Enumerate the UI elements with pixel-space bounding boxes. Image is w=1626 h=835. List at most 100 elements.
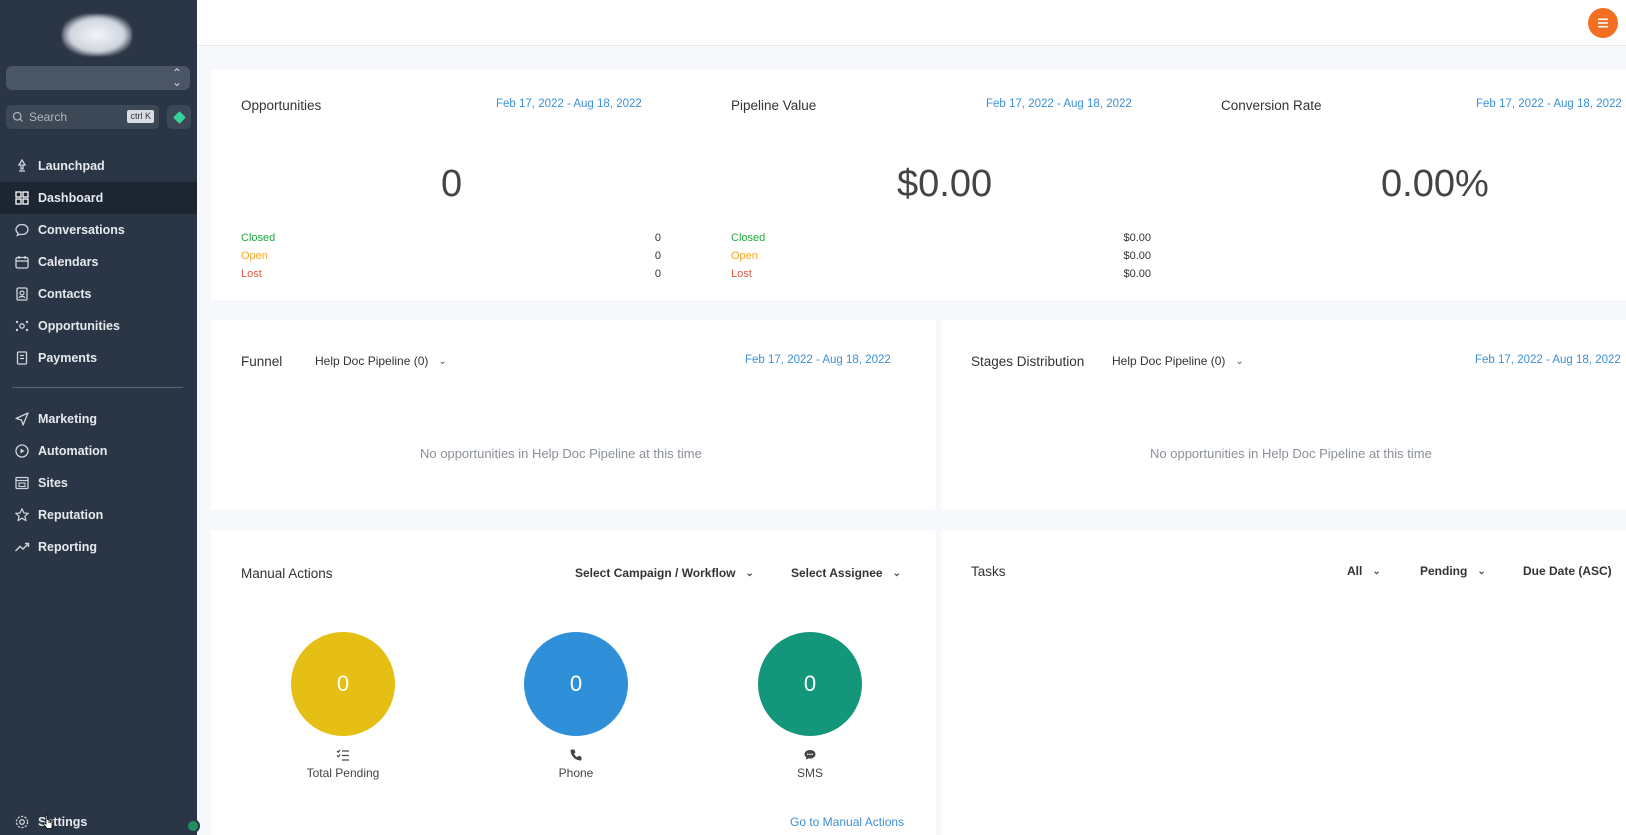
campaign-workflow-select[interactable]: Select Campaign / Workflow ⌄ <box>575 566 754 580</box>
sidebar-item-sites[interactable]: Sites <box>0 467 197 499</box>
stats-card: Opportunities Feb 17, 2022 - Aug 18, 202… <box>211 70 1626 300</box>
quick-action-icon <box>172 110 186 124</box>
sidebar-item-contacts[interactable]: Contacts <box>0 278 197 310</box>
sidebar-item-calendars[interactable]: Calendars <box>0 246 197 278</box>
calendar-icon <box>15 256 29 269</box>
task-list-icon <box>336 749 349 761</box>
assignee-value: Select Assignee <box>791 566 883 580</box>
payments-icon <box>16 351 28 365</box>
search-shortcut: ctrl K <box>127 110 154 123</box>
chevron-down-icon: ⌄ <box>1372 565 1381 577</box>
opportunities-value: 0 <box>441 163 463 205</box>
phone-label: Phone <box>558 766 594 780</box>
opportunities-open-label: Open <box>241 250 268 262</box>
stages-pipeline-value: Help Doc Pipeline (0) <box>1112 354 1226 368</box>
stages-card: Stages Distribution Help Doc Pipeline (0… <box>941 320 1626 510</box>
main-nav: Launchpad Dashboard Conversations Calend… <box>0 150 197 374</box>
secondary-nav: Marketing Automation Sites Reputation Re… <box>0 403 197 563</box>
sidebar-item-label: Sites <box>38 476 68 490</box>
company-logo[interactable] <box>62 14 132 56</box>
sidebar-item-opportunities[interactable]: Opportunities <box>0 310 197 342</box>
sidebar-item-label: Contacts <box>38 287 92 301</box>
sms-circle[interactable]: 0 <box>758 632 862 736</box>
gear-icon <box>15 815 29 829</box>
total-pending-label: Total Pending <box>306 766 380 780</box>
dashboard-icon <box>15 191 29 205</box>
pipeline-lost-label: Lost <box>731 268 752 280</box>
pipeline-open-label: Open <box>731 250 758 262</box>
phone-circle[interactable]: 0 <box>524 632 628 736</box>
pipeline-closed-value: $0.00 <box>1123 232 1151 244</box>
pipeline-closed-label: Closed <box>731 232 766 244</box>
sidebar-item-label: Automation <box>38 444 108 458</box>
pipeline-lost-value: $0.00 <box>1123 268 1151 280</box>
sidebar-item-label: Opportunities <box>38 319 120 333</box>
launchpad-icon <box>17 158 27 172</box>
opportunities-closed-value: 0 <box>654 232 661 244</box>
sidebar-item-launchpad[interactable]: Launchpad <box>0 150 197 182</box>
chevron-down-icon: ⌄ <box>745 567 754 579</box>
chevron-down-icon: ⌄ <box>1235 355 1244 367</box>
sidebar-item-label: Launchpad <box>38 159 105 173</box>
quick-action-button[interactable] <box>167 105 191 129</box>
sidebar-item-reporting[interactable]: Reporting <box>0 531 197 563</box>
chevron-down-icon: ⌄ <box>438 355 447 367</box>
opportunities-lost-value: 0 <box>654 268 661 280</box>
tasks-filter-all-value: All <box>1347 564 1363 578</box>
phone-icon <box>570 749 582 761</box>
top-menu-button[interactable] <box>1588 8 1618 38</box>
opportunities-title: Opportunities <box>241 98 322 113</box>
assignee-select[interactable]: Select Assignee ⌄ <box>791 566 901 580</box>
funnel-empty-message: No opportunities in Help Doc Pipeline at… <box>420 446 702 461</box>
chevron-down-icon: ⌄ <box>1477 565 1486 577</box>
automation-icon <box>15 444 29 458</box>
funnel-card: Funnel Help Doc Pipeline (0) ⌄ Feb 17, 2… <box>211 320 936 510</box>
top-bar <box>197 0 1626 46</box>
sidebar-item-label: Marketing <box>38 412 98 426</box>
send-icon <box>15 412 29 426</box>
opportunities-closed-label: Closed <box>241 232 276 244</box>
pipeline-value-date-range[interactable]: Feb 17, 2022 - Aug 18, 2022 <box>986 98 1132 110</box>
sidebar-item-label: Payments <box>38 351 98 365</box>
tasks-sort-select[interactable]: Due Date (ASC) <box>1523 564 1612 578</box>
sidebar-item-label: Conversations <box>38 223 125 237</box>
sidebar-item-label: Reporting <box>38 540 98 554</box>
go-to-manual-actions-link[interactable]: Go to Manual Actions <box>790 815 904 829</box>
star-icon <box>15 508 29 522</box>
sms-label: SMS <box>796 766 823 780</box>
chevron-updown-icon: ⌃ ⌄ <box>171 66 182 89</box>
sidebar-item-label: Calendars <box>38 255 99 269</box>
account-switcher[interactable]: ⌃ ⌄ <box>6 66 190 90</box>
list-icon <box>1598 18 1608 28</box>
stages-pipeline-select[interactable]: Help Doc Pipeline (0) ⌄ <box>1112 354 1244 368</box>
pipeline-open-value: $0.00 <box>1123 250 1151 262</box>
sidebar-item-automation[interactable]: Automation <box>0 435 197 467</box>
sidebar-item-dashboard[interactable]: Dashboard <box>0 182 197 214</box>
funnel-pipeline-select[interactable]: Help Doc Pipeline (0) ⌄ <box>315 354 447 368</box>
sidebar-item-label: Dashboard <box>38 191 104 205</box>
sidebar-item-payments[interactable]: Payments <box>0 342 197 374</box>
conversion-rate-value: 0.00% <box>1381 163 1489 205</box>
pipeline-value-amount: $0.00 <box>897 163 993 205</box>
opportunities-lost-label: Lost <box>241 268 262 280</box>
sidebar-item-marketing[interactable]: Marketing <box>0 403 197 435</box>
tasks-status-select[interactable]: Pending ⌄ <box>1420 564 1486 578</box>
message-icon <box>804 750 816 760</box>
funnel-pipeline-value: Help Doc Pipeline (0) <box>315 354 429 368</box>
conversion-rate-date-range[interactable]: Feb 17, 2022 - Aug 18, 2022 <box>1476 98 1622 110</box>
sidebar-item-settings[interactable]: Settings <box>0 809 197 835</box>
contacts-icon <box>16 287 28 301</box>
tasks-sort-value: Due Date (ASC) <box>1523 564 1612 578</box>
mouse-cursor-icon <box>43 814 53 829</box>
funnel-date-range[interactable]: Feb 17, 2022 - Aug 18, 2022 <box>745 354 891 366</box>
sidebar-item-label: Reputation <box>38 508 104 522</box>
total-pending-circle[interactable]: 0 <box>291 632 395 736</box>
stages-date-range[interactable]: Feb 17, 2022 - Aug 18, 2022 <box>1475 354 1621 366</box>
manual-actions-card: Manual Actions Select Campaign / Workflo… <box>211 530 936 835</box>
opportunities-icon <box>15 320 29 332</box>
tasks-filter-all[interactable]: All ⌄ <box>1347 564 1381 578</box>
search-box[interactable]: Search ctrl K <box>6 105 159 129</box>
sidebar-item-reputation[interactable]: Reputation <box>0 499 197 531</box>
opportunities-date-range[interactable]: Feb 17, 2022 - Aug 18, 2022 <box>496 98 642 110</box>
sidebar-item-conversations[interactable]: Conversations <box>0 214 197 246</box>
